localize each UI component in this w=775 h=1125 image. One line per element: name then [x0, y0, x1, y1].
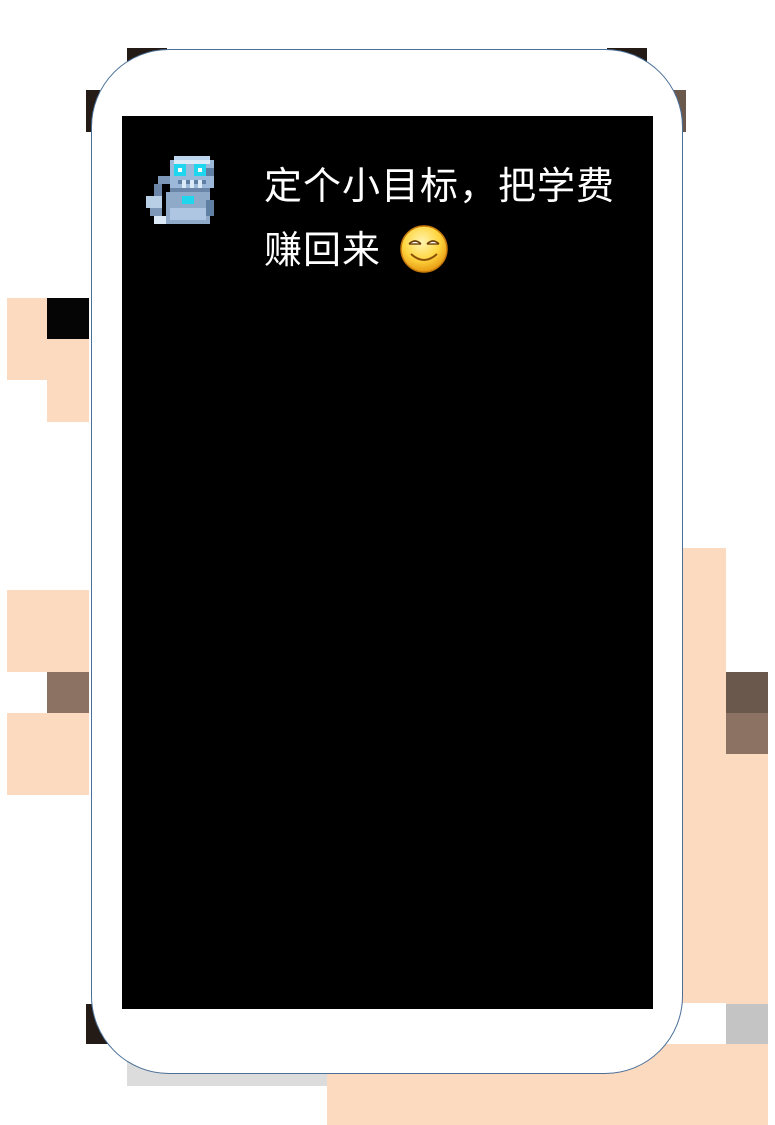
hand-pixel-block — [726, 754, 768, 1004]
hand-pixel-block — [7, 590, 89, 672]
grinning-smile-emoji-icon — [400, 224, 448, 273]
hand-pixel-block — [680, 548, 726, 1003]
phone-screen: 定个小目标，把学费 赚回来 — [122, 116, 653, 1009]
hand-pixel-block — [47, 380, 89, 422]
message-line-1: 定个小目标，把学费 — [264, 164, 616, 208]
hand-pixel-block — [726, 713, 768, 754]
illustration-stage: 定个小目标，把学费 赚回来 — [0, 0, 775, 1125]
hand-pixel-block — [726, 1004, 768, 1044]
hand-pixel-block — [47, 298, 89, 339]
hand-pixel-block — [7, 713, 89, 795]
hand-pixel-block — [47, 672, 89, 713]
message-text: 定个小目标，把学费 赚回来 — [264, 154, 624, 282]
message-line-2: 赚回来 — [264, 228, 382, 272]
robot-icon — [146, 156, 214, 224]
hand-pixel-block — [726, 672, 768, 713]
